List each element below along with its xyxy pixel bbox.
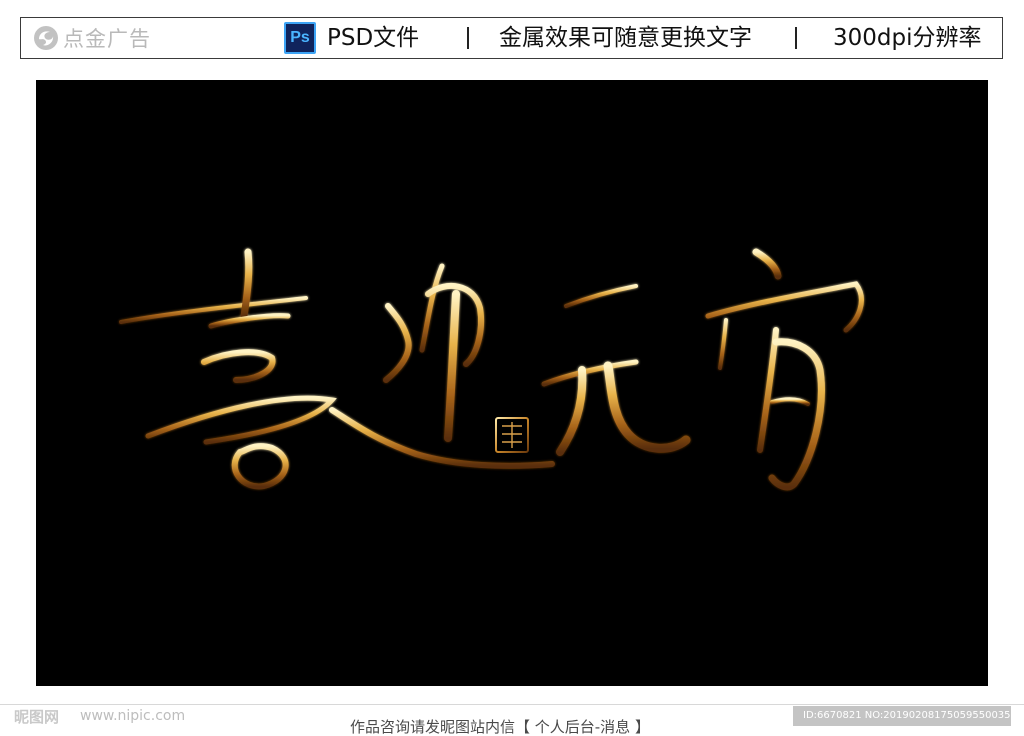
header-divider <box>795 27 797 49</box>
seal-stamp <box>495 417 529 453</box>
calligraphy-char-xiao <box>705 248 864 491</box>
swirl-logo-icon <box>34 26 58 50</box>
image-id-badge: ID:6670821 NO:20190208175059550035 <box>793 706 1011 726</box>
calligraphy-char-xi <box>119 248 337 490</box>
file-type-label: PSD文件 <box>327 25 420 51</box>
header-bar: 点金广告 Ps PSD文件 金属效果可随意更换文字 300dpi分辨率 <box>20 17 1003 59</box>
footer-divider <box>0 704 1024 705</box>
footer: 昵图网 www.nipic.com 作品咨询请发昵图站内信【 个人后台-消息 】… <box>0 700 1024 736</box>
contact-notice: 作品咨询请发昵图站内信【 个人后台-消息 】 <box>350 718 650 736</box>
photoshop-icon: Ps <box>284 22 316 54</box>
brand: 点金广告 <box>33 24 151 52</box>
watermark-brand: 昵图网 <box>14 708 60 726</box>
watermark-url: www.nipic.com <box>80 708 186 724</box>
feature-label: 金属效果可随意更换文字 <box>499 25 752 51</box>
artwork-canvas <box>36 80 988 686</box>
header-divider <box>467 27 469 49</box>
artwork-svg <box>119 248 864 491</box>
brand-name: 点金广告 <box>63 27 151 51</box>
resolution-label: 300dpi分辨率 <box>833 25 982 51</box>
calligraphy-char-yuan <box>541 284 691 456</box>
page: 点金广告 Ps PSD文件 金属效果可随意更换文字 300dpi分辨率 昵图网 … <box>0 0 1024 736</box>
